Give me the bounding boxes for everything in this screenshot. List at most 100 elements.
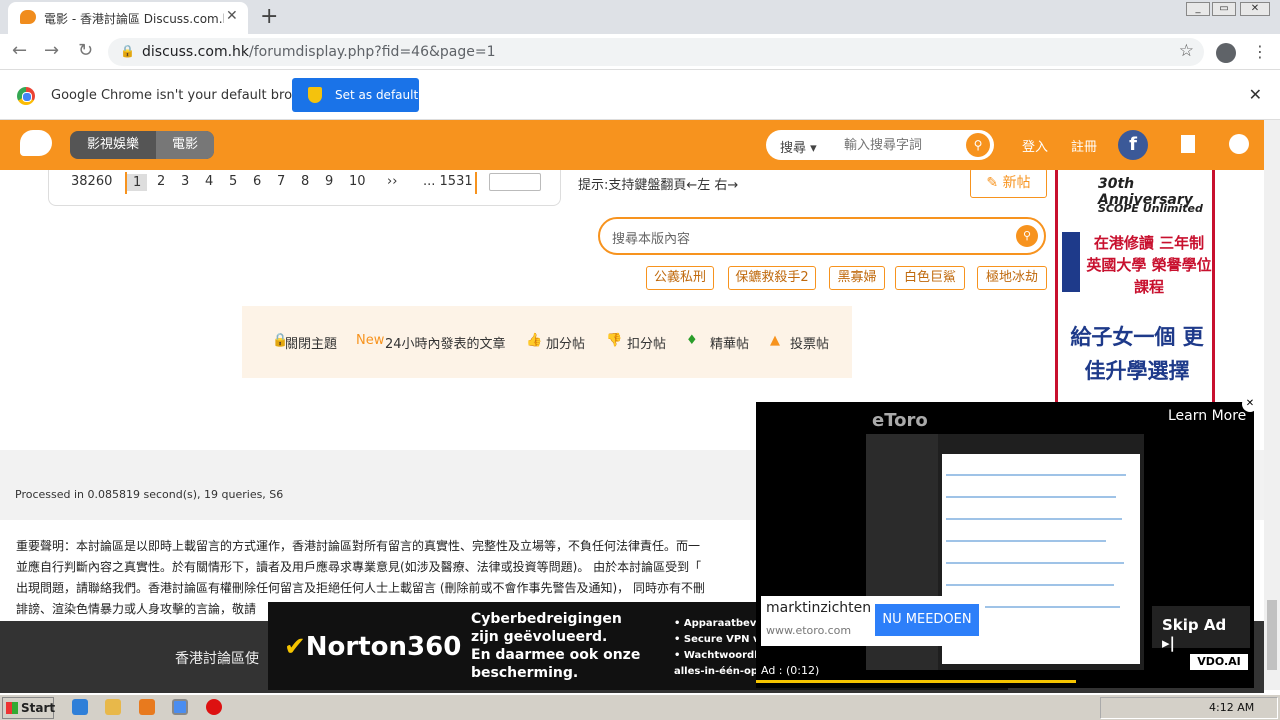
ad-video-row <box>946 562 1124 564</box>
internet-explorer-icon[interactable] <box>72 699 88 715</box>
disclaimer-line: 出現問題，請聯絡我們。香港討論區有權刪除任何留言及拒絕任何人士上載留言 (刪除前… <box>16 581 705 595</box>
maximize-button[interactable]: ▭ <box>1212 2 1236 16</box>
filter-digest[interactable]: 精華帖 <box>710 333 749 352</box>
page-scrollbar[interactable] <box>1264 120 1280 690</box>
video-ad-player[interactable]: eToro Learn More ✕ marktinzichten www.et… <box>756 396 1258 688</box>
scrollbar-thumb[interactable] <box>1267 600 1277 670</box>
tab-close-icon[interactable]: ✕ <box>226 8 238 24</box>
site-search-input[interactable] <box>844 137 954 152</box>
filter-closed[interactable]: 關閉主題 <box>285 333 337 352</box>
page-link[interactable]: 10 <box>349 174 366 189</box>
bookmark-star-icon[interactable]: ☆ <box>1179 41 1194 61</box>
antivirus-icon[interactable] <box>206 699 222 715</box>
search-icon[interactable]: ⚲ <box>966 133 990 157</box>
hot-tag[interactable]: 公義私刑 <box>646 266 714 290</box>
file-explorer-icon[interactable] <box>105 699 121 715</box>
address-bar[interactable]: 🔒 discuss.com.hk/forumdisplay.php?fid=46… <box>108 38 1204 66</box>
hot-tag[interactable]: 極地冰劫 <box>977 266 1047 290</box>
clock-time[interactable]: 4:12 AM <box>1209 701 1254 714</box>
hot-tag[interactable]: 黑寡婦 <box>829 266 885 290</box>
hot-tag[interactable]: 保鑣救殺手2 <box>728 266 816 290</box>
minimize-button[interactable]: _ <box>1186 2 1210 16</box>
start-button[interactable]: Start <box>2 697 55 719</box>
thumbs-down-icon: 👎 <box>606 333 623 348</box>
site-search: 搜尋 ▾ ⚲ <box>766 130 994 160</box>
profile-avatar-icon[interactable] <box>1216 43 1236 63</box>
set-as-default-button[interactable]: Set as default <box>292 78 419 112</box>
site-header: 影視娛樂 電影 搜尋 ▾ ⚲ 登入 註冊 f <box>0 120 1264 170</box>
url-path: /forumdisplay.php?fid=46&page=1 <box>249 44 496 60</box>
shield-icon <box>308 87 322 103</box>
next-page-link[interactable]: ›› <box>387 174 397 189</box>
search-category-dropdown[interactable]: 搜尋 ▾ <box>780 137 817 156</box>
page-link[interactable]: 8 <box>301 174 309 189</box>
set-as-default-label: Set as default <box>335 88 419 102</box>
browser-toolbar: ← → ↻ 🔒 discuss.com.hk/forumdisplay.php?… <box>0 34 1280 70</box>
page-jump-input[interactable] <box>489 173 541 191</box>
forward-icon[interactable]: → <box>44 40 59 61</box>
new-tab-button[interactable]: + <box>260 4 278 29</box>
reload-icon[interactable]: ↻ <box>78 40 93 61</box>
vdo-ai-logo: VDO.AI <box>1190 654 1248 670</box>
hot-tag[interactable]: 白色巨鯊 <box>895 266 965 290</box>
breadcrumb-entertainment[interactable]: 影視娛樂 <box>70 131 156 159</box>
new-post-button[interactable]: ✎ 新帖 <box>970 168 1047 198</box>
pager-divider <box>475 172 477 194</box>
page-link[interactable]: 6 <box>253 174 261 189</box>
browser-tab[interactable]: 電影 - 香港討論區 Discuss.com.hk - ✕ <box>8 2 248 34</box>
footer-terms-text[interactable]: 香港討論區使 <box>175 648 259 668</box>
learn-more-link[interactable]: Learn More <box>1168 408 1246 424</box>
new-badge: New <box>356 333 385 348</box>
back-icon[interactable]: ← <box>12 40 27 61</box>
uk-flag-icon <box>1062 232 1080 292</box>
ad-close-icon[interactable]: ✕ <box>1242 396 1258 412</box>
side-advertisement[interactable]: 30th Anniversary SCOPE Unlimited 在港修讀 三年… <box>1055 170 1215 402</box>
media-player-icon[interactable] <box>139 699 155 715</box>
filter-poll[interactable]: 投票帖 <box>790 333 829 352</box>
last-page-link[interactable]: ... 1531 <box>423 174 473 189</box>
window-close-button[interactable]: ✕ <box>1240 2 1270 16</box>
breadcrumb-movies[interactable]: 電影 <box>156 131 214 159</box>
skip-ad-button[interactable]: Skip Ad ▸| <box>1152 606 1250 652</box>
filter-plus[interactable]: 加分帖 <box>546 333 585 352</box>
norton-copy-line: Cyberbedreigingen <box>471 611 622 627</box>
ad-video-row <box>946 474 1126 476</box>
ad-timer: Ad : (0:12) <box>761 664 820 677</box>
advertiser-card: marktinzichten www.etoro.com NU MEEDOEN <box>761 596 985 646</box>
infobar-close-icon[interactable]: ✕ <box>1249 85 1262 104</box>
login-link[interactable]: 登入 <box>1022 136 1048 155</box>
page-link[interactable]: 4 <box>205 174 213 189</box>
pagination: 38260 1 2 3 4 5 6 7 8 9 10 ›› ... 1531 <box>48 170 561 206</box>
norton-copy-line: bescherming. <box>471 665 579 681</box>
facebook-icon[interactable]: f <box>1118 130 1148 160</box>
url-domain: discuss.com.hk <box>142 44 250 60</box>
filter-recent[interactable]: 24小時內發表的文章 <box>385 333 506 352</box>
discuss-logo-icon[interactable] <box>20 130 52 156</box>
processing-stats: Processed in 0.085819 second(s), 19 quer… <box>15 488 284 501</box>
search-icon[interactable]: ⚲ <box>1016 225 1038 247</box>
url-text[interactable]: discuss.com.hk/forumdisplay.php?fid=46&p… <box>142 44 496 60</box>
ad-brand: SCOPE Unlimited <box>1098 202 1203 215</box>
page-link[interactable]: 5 <box>229 174 237 189</box>
page-link[interactable]: 7 <box>277 174 285 189</box>
history-clock-icon[interactable] <box>1229 134 1249 154</box>
page-link[interactable]: 3 <box>181 174 189 189</box>
norton-copy-line: En daarmee ook onze <box>471 647 641 663</box>
register-link[interactable]: 註冊 <box>1071 136 1097 155</box>
page-link[interactable]: 9 <box>325 174 333 189</box>
bookmark-icon[interactable] <box>1181 135 1195 153</box>
ad-cta-button[interactable]: NU MEEDOEN <box>875 604 979 636</box>
page-link[interactable]: 2 <box>157 174 165 189</box>
discuss-favicon-icon <box>20 10 36 24</box>
etoro-logo: eToro <box>872 410 928 431</box>
forum-search[interactable]: 搜尋本版內容 ⚲ <box>598 217 1046 255</box>
filter-minus[interactable]: 扣分帖 <box>627 333 666 352</box>
page-link-current[interactable]: 1 <box>127 174 148 191</box>
menu-dots-icon[interactable]: ⋮ <box>1252 42 1268 61</box>
chrome-taskbar-icon[interactable] <box>172 699 188 715</box>
ad-headline: 在港修讀 三年制 英國大學 榮譽學位課程 <box>1086 234 1212 296</box>
windows-logo-icon <box>6 702 18 714</box>
advertiser-name: marktinzichten <box>766 600 872 616</box>
ad-video-row <box>946 518 1122 520</box>
tab-strip: 電影 - 香港討論區 Discuss.com.hk - ✕ + _ ▭ ✕ <box>0 0 1280 34</box>
